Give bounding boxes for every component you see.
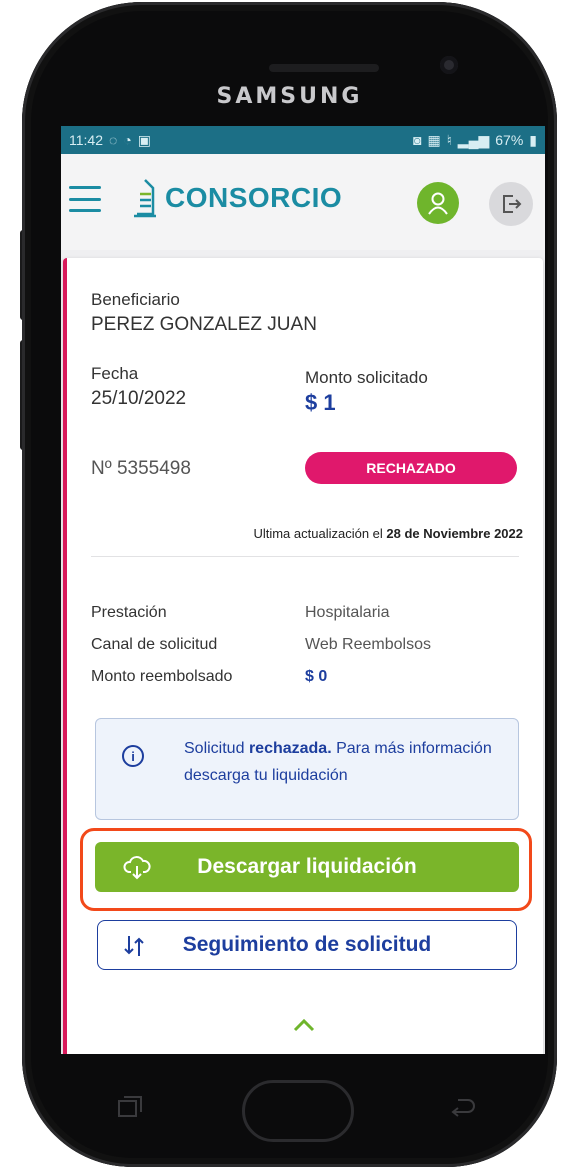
requested-amount-label: Monto solicitado	[305, 368, 428, 387]
logout-button[interactable]	[489, 182, 533, 226]
battery-level: 67%	[495, 132, 524, 148]
request-content: Beneficiario PEREZ GONZALEZ JUAN Fecha 2…	[61, 250, 545, 1054]
last-update-text: Ultima actualización el 28 de Noviembre …	[67, 526, 523, 541]
download-settlement-button[interactable]: Descargar liquidación	[95, 842, 519, 892]
chevron-up-icon[interactable]	[293, 1018, 315, 1032]
info-bold: rechazada.	[248, 740, 332, 757]
rejection-info-text: Solicitud rechazada. Para más informació…	[184, 735, 504, 789]
app-notification-icon: ▣	[137, 131, 152, 148]
info-icon: i	[122, 745, 144, 767]
info-prefix: Solicitud	[184, 740, 245, 757]
mute-icon: ♮	[446, 131, 452, 148]
status-time: 11:42	[69, 132, 103, 148]
signal-icon: ▂▄▆	[457, 131, 490, 148]
reimbursed-amount-label: Monto reembolsado	[91, 668, 233, 685]
front-camera	[440, 56, 458, 74]
section-divider	[91, 556, 519, 557]
phone-screen: 11:42 ◌ ◔ ▣ ◙ ▦ ♮ ▂▄▆ 67% ▮ CONSORCIO Be…	[61, 126, 545, 1054]
date-label: Fecha	[91, 364, 139, 383]
user-avatar-button[interactable]	[417, 182, 459, 224]
logout-icon	[503, 195, 522, 213]
rejection-info-box: i Solicitud rechazada. Para más informac…	[95, 718, 519, 820]
tracking-icon	[124, 936, 144, 956]
reimbursed-amount: $ 0	[305, 668, 328, 685]
request-date: 25/10/2022	[91, 388, 187, 409]
channel-value: Web Reembolsos	[305, 636, 431, 653]
status-badge: RECHAZADO	[305, 452, 517, 484]
channel-label: Canal de solicitud	[91, 636, 218, 653]
battery-icon: ▮	[529, 131, 537, 148]
consorcio-logo: CONSORCIO	[131, 178, 342, 218]
beneficiary-label: Beneficiario	[91, 290, 180, 309]
alarm-icon: ◙	[413, 132, 422, 148]
logo-text: CONSORCIO	[165, 182, 343, 213]
reimbursement-card: Beneficiario PEREZ GONZALEZ JUAN Fecha 2…	[63, 258, 543, 1054]
request-tracking-label: Seguimiento de solicitud	[182, 933, 432, 956]
vibrate-icon: ▦	[427, 131, 441, 148]
hamburger-menu-icon[interactable]	[69, 186, 101, 212]
last-update-prefix: Ultima actualización el	[253, 526, 383, 541]
status-bar: 11:42 ◌ ◔ ▣ ◙ ▦ ♮ ▂▄▆ 67% ▮	[61, 126, 545, 154]
beneficiary-name: PEREZ GONZALEZ JUAN	[91, 314, 317, 335]
device-brand: SAMSUNG	[216, 84, 363, 109]
last-update-date: 28 de Noviembre 2022	[386, 526, 523, 541]
benefit-value: Hospitalaria	[305, 604, 390, 621]
app-header: CONSORCIO	[61, 154, 545, 250]
requested-amount: $ 1	[305, 390, 336, 415]
back-icon[interactable]	[448, 1096, 478, 1118]
request-tracking-button[interactable]: Seguimiento de solicitud	[97, 920, 517, 970]
cloud-download-icon	[123, 856, 151, 880]
download-settlement-label: Descargar liquidación	[197, 855, 417, 878]
whatsapp-icon: ◔	[123, 132, 132, 148]
consorcio-logo-icon	[134, 179, 156, 218]
notification-icon: ◌	[109, 132, 118, 148]
request-number: Nº 5355498	[91, 458, 191, 479]
recent-apps-icon[interactable]	[117, 1094, 143, 1118]
benefit-label: Prestación	[91, 604, 167, 621]
speaker-grille	[269, 64, 379, 72]
user-icon	[428, 192, 448, 215]
home-button[interactable]	[242, 1080, 354, 1142]
